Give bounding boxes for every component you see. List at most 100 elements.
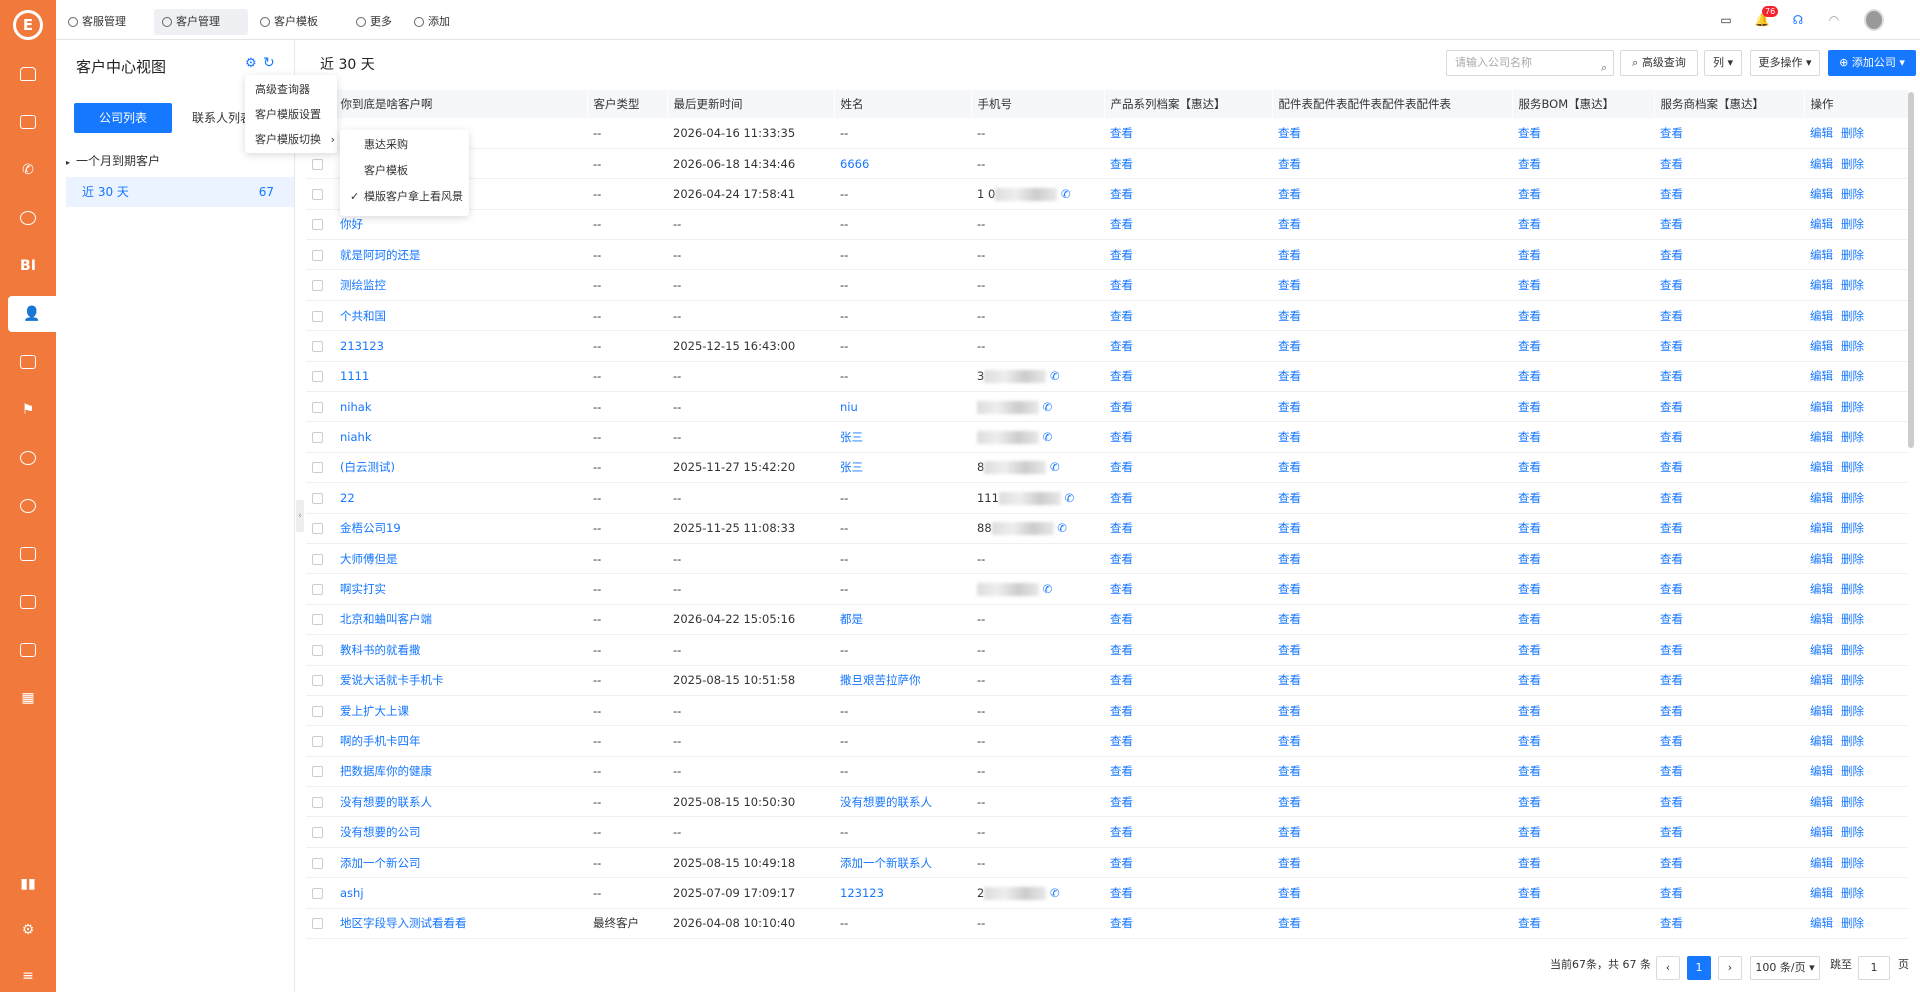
contact-name[interactable]: 123123	[834, 877, 971, 909]
add-tab-button[interactable]: 添加	[406, 9, 456, 35]
contact-name[interactable]: 添加一个新联系人	[834, 847, 971, 879]
edit-link[interactable]: 编辑	[1810, 673, 1833, 687]
view-link[interactable]: 查看	[1272, 665, 1512, 696]
view-link[interactable]: 查看	[1512, 786, 1654, 818]
advanced-search-button[interactable]: ⌕ 高级查询	[1620, 50, 1698, 76]
edit-link[interactable]: 编辑	[1810, 886, 1833, 900]
edit-link[interactable]: 编辑	[1810, 460, 1833, 474]
avatar[interactable]	[1864, 9, 1884, 31]
view-link[interactable]: 查看	[1512, 604, 1654, 636]
view-link[interactable]: 查看	[1104, 118, 1272, 149]
table-row[interactable]: 22 -- -- -- 111 ✆ 查看 查看 查看 查看 编辑 删除	[306, 482, 1908, 514]
phone-icon[interactable]: ✆	[0, 152, 56, 188]
page-size-select[interactable]: 100 条/页 ▾	[1750, 956, 1820, 980]
delete-link[interactable]: 删除	[1841, 278, 1864, 292]
view-link[interactable]: 查看	[1654, 178, 1804, 210]
phone-icon[interactable]: ✆	[1046, 460, 1060, 474]
company-name-link[interactable]: ashj	[334, 877, 587, 909]
view-link[interactable]: 查看	[1272, 421, 1512, 453]
view-link[interactable]: 查看	[1272, 573, 1512, 605]
row-checkbox[interactable]	[306, 361, 334, 393]
chart-icon[interactable]: ▮▮	[0, 866, 56, 902]
phone-icon[interactable]: ✆	[1046, 886, 1060, 900]
row-checkbox[interactable]	[306, 695, 334, 727]
row-checkbox[interactable]	[306, 239, 334, 271]
company-name-link[interactable]: 金梧公司19	[334, 513, 587, 544]
contact-name[interactable]: 张三	[834, 452, 971, 484]
view-link[interactable]: 查看	[1104, 816, 1272, 848]
tab-customer-management[interactable]: 客户管理	[154, 9, 248, 35]
view-link[interactable]: 查看	[1104, 543, 1272, 575]
row-checkbox[interactable]	[306, 725, 334, 757]
view-link[interactable]: 查看	[1272, 908, 1512, 940]
view-link[interactable]: 查看	[1104, 239, 1272, 271]
view-link[interactable]: 查看	[1104, 756, 1272, 788]
view-link[interactable]: 查看	[1512, 330, 1654, 362]
delete-link[interactable]: 删除	[1841, 612, 1864, 626]
view-link[interactable]: 查看	[1272, 634, 1512, 666]
menu-item-advanced-query[interactable]: 高级查询器	[255, 79, 310, 101]
edit-link[interactable]: 编辑	[1810, 278, 1833, 292]
edit-link[interactable]: 编辑	[1810, 187, 1833, 201]
company-name-link[interactable]: 啊的手机卡四年	[334, 725, 587, 757]
row-checkbox[interactable]	[306, 330, 334, 362]
delete-link[interactable]: 删除	[1841, 886, 1864, 900]
view-link[interactable]: 查看	[1272, 756, 1512, 788]
view-link[interactable]: 查看	[1104, 148, 1272, 180]
home-icon[interactable]	[0, 56, 56, 92]
view-link[interactable]: 查看	[1272, 482, 1512, 514]
view-link[interactable]: 查看	[1654, 604, 1804, 636]
row-checkbox[interactable]	[306, 756, 334, 788]
row-checkbox[interactable]	[306, 816, 334, 848]
delete-link[interactable]: 删除	[1841, 673, 1864, 687]
view-link[interactable]: 查看	[1104, 725, 1272, 757]
view-link[interactable]: 查看	[1104, 513, 1272, 544]
view-link[interactable]: 查看	[1512, 847, 1654, 879]
view-link[interactable]: 查看	[1272, 543, 1512, 575]
company-name-link[interactable]: 啊实打实	[334, 573, 587, 605]
view-link[interactable]: 查看	[1654, 361, 1804, 393]
table-row[interactable]: -- 2026-04-24 17:58:41 -- 1 0 ✆ 查看 查看 查看 查看 编辑 删除	[306, 178, 1908, 210]
contact-name[interactable]: 6666	[834, 148, 971, 180]
edit-link[interactable]: 编辑	[1810, 309, 1833, 323]
view-link[interactable]: 查看	[1272, 816, 1512, 848]
view-link[interactable]: 查看	[1104, 786, 1272, 818]
view-link[interactable]: 查看	[1104, 877, 1272, 909]
row-checkbox[interactable]	[306, 178, 334, 210]
edit-link[interactable]: 编辑	[1810, 369, 1833, 383]
view-link[interactable]: 查看	[1512, 695, 1654, 727]
delete-link[interactable]: 删除	[1841, 825, 1864, 839]
table-row[interactable]: 啊的手机卡四年 -- -- -- -- 查看 查看 查看 查看 编辑 删除	[306, 725, 1908, 757]
view-link[interactable]: 查看	[1654, 482, 1804, 514]
view-link[interactable]: 查看	[1512, 300, 1654, 332]
delete-link[interactable]: 删除	[1841, 856, 1864, 870]
settings-icon[interactable]: ⚙	[0, 912, 56, 948]
submenu-item[interactable]: 惠达采购	[364, 134, 408, 156]
table-row[interactable]: 添加一个新公司 -- 2025-08-15 10:49:18 添加一个新联系人 -- 查看…	[306, 847, 1908, 879]
view-link[interactable]: 查看	[1272, 847, 1512, 879]
delete-link[interactable]: 删除	[1841, 582, 1864, 596]
table-row[interactable]: 爱上扩大上课 -- -- -- -- 查看 查看 查看 查看 编辑 删除	[306, 695, 1908, 727]
goto-input[interactable]: 1	[1858, 956, 1890, 980]
view-link[interactable]: 查看	[1104, 269, 1272, 301]
view-link[interactable]: 查看	[1512, 361, 1654, 393]
tab-customer-template[interactable]: 客户模板	[252, 9, 338, 35]
col-header[interactable]: 服务BOM【惠达】	[1512, 90, 1655, 118]
view-link[interactable]: 查看	[1654, 816, 1804, 848]
col-header[interactable]: 姓名	[834, 90, 972, 118]
row-checkbox[interactable]	[306, 421, 334, 453]
book2-icon[interactable]	[0, 584, 56, 620]
table-row[interactable]: 213123 -- 2025-12-15 16:43:00 -- -- 查看 查看 查看 查看编…	[306, 330, 1908, 362]
company-name-link[interactable]: 地区字段导入测试看看看	[334, 908, 587, 940]
view-link[interactable]: 查看	[1104, 421, 1272, 453]
phone-icon[interactable]: ✆	[1061, 491, 1075, 505]
view-link[interactable]: 查看	[1272, 513, 1512, 544]
view-link[interactable]: 查看	[1512, 452, 1654, 484]
table-row[interactable]: 教科书的就看撒 -- -- -- -- 查看 查看 查看 查看 编辑 删除	[306, 634, 1908, 666]
edit-link[interactable]: 编辑	[1810, 217, 1833, 231]
menu-icon[interactable]: ≡	[0, 958, 56, 994]
edit-link[interactable]: 编辑	[1810, 491, 1833, 505]
table-row[interactable]: 北京和蛐叫客户端 -- 2026-04-22 15:05:16 都是 -- 查看 查看 查看查…	[306, 604, 1908, 636]
view-link[interactable]: 查看	[1272, 330, 1512, 362]
headset-icon[interactable]: ☊	[1788, 10, 1808, 30]
